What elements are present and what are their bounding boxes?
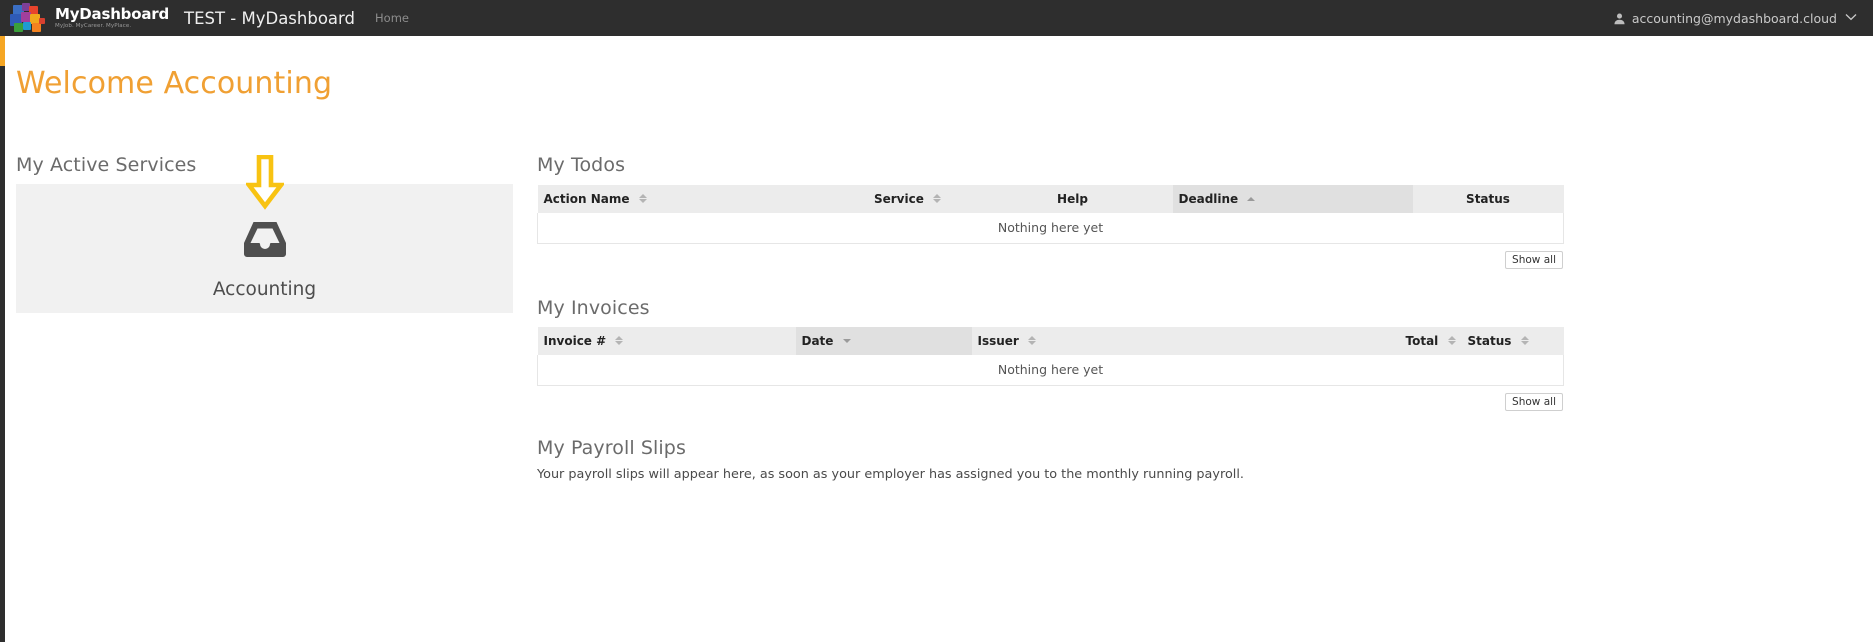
todos-section: My Todos Action Name Service Help Deadli… [537,154,1564,269]
todos-empty-text: Nothing here yet [537,213,1564,244]
todos-table: Action Name Service Help Deadline Status… [537,185,1564,244]
page-content: Welcome Accounting My Active Services Ac… [5,36,1873,642]
column-label: Status [1467,334,1512,348]
top-navbar: MyDashboard MyJob. MyCareer. MyPlace. TE… [0,0,1873,36]
right-column: My Todos Action Name Service Help Deadli… [537,154,1564,482]
column-label: Date [801,334,834,348]
service-card-label: Accounting [212,279,317,300]
chevron-down-icon [1845,13,1857,24]
invoices-col-issuer[interactable]: Issuer [971,327,1347,355]
brand[interactable]: MyDashboard MyJob. MyCareer. MyPlace. [0,0,169,36]
sort-icon-asc[interactable] [1247,196,1256,201]
todos-header-row: Action Name Service Help Deadline Status [537,185,1564,213]
sort-icon[interactable] [1520,336,1529,345]
invoices-section: My Invoices Invoice # Date Issuer Total … [537,297,1564,411]
user-menu[interactable]: accounting@mydashboard.cloud [1613,11,1873,26]
invoices-col-invoice-number[interactable]: Invoice # [537,327,796,355]
todos-col-service[interactable]: Service [842,185,973,213]
active-services-section: My Active Services Accounting [16,154,513,313]
sort-icon[interactable] [638,194,647,203]
brand-tagline: MyJob. MyCareer. MyPlace. [55,22,132,29]
nav-link-home[interactable]: Home [375,11,409,25]
column-label: Invoice # [543,334,607,348]
todos-show-all-button[interactable]: Show all [1505,250,1563,269]
todos-empty-row: Nothing here yet [537,213,1564,244]
todos-col-action-name[interactable]: Action Name [537,185,843,213]
todos-heading: My Todos [537,154,626,176]
user-icon [1613,12,1626,25]
column-label: Help [1057,192,1088,206]
column-label: Issuer [977,334,1019,348]
payroll-description: Your payroll slips will appear here, as … [537,467,1244,482]
invoices-empty-row: Nothing here yet [537,355,1564,386]
payroll-section: My Payroll Slips Your payroll slips will… [537,437,1563,482]
sort-icon[interactable] [615,336,624,345]
user-email: accounting@mydashboard.cloud [1631,10,1837,26]
invoices-empty-text: Nothing here yet [537,355,1564,386]
sort-icon[interactable] [1447,336,1456,345]
todos-col-deadline[interactable]: Deadline [1172,185,1413,213]
sort-icon-desc[interactable] [842,338,851,343]
column-label: Total [1405,334,1439,348]
invoices-show-all-button[interactable]: Show all [1505,392,1563,411]
payroll-heading: My Payroll Slips [537,437,686,459]
arrow-down-icon [243,154,286,215]
invoices-heading: My Invoices [537,297,650,319]
invoices-col-total[interactable]: Total [1346,327,1462,355]
invoices-table: Invoice # Date Issuer Total Status Nothi… [537,327,1564,386]
invoices-col-status[interactable]: Status [1461,327,1564,355]
todos-col-status[interactable]: Status [1412,185,1564,213]
site-title: TEST - MyDashboard [183,8,356,28]
inbox-icon [241,217,289,265]
invoices-header-row: Invoice # Date Issuer Total Status [537,327,1564,355]
brand-name: MyDashboard [55,4,169,23]
sort-icon[interactable] [1028,336,1037,345]
column-label: Action Name [543,192,630,206]
column-label: Status [1466,192,1510,206]
invoices-col-date[interactable]: Date [795,327,972,355]
mosaic-squares-logo [8,2,48,34]
page-title: Welcome Accounting [16,66,333,101]
todos-col-help[interactable]: Help [972,185,1173,213]
column-label: Deadline [1178,192,1239,206]
service-card-accounting[interactable]: Accounting [16,154,513,313]
column-label: Service [873,192,924,206]
sort-icon[interactable] [933,194,942,203]
